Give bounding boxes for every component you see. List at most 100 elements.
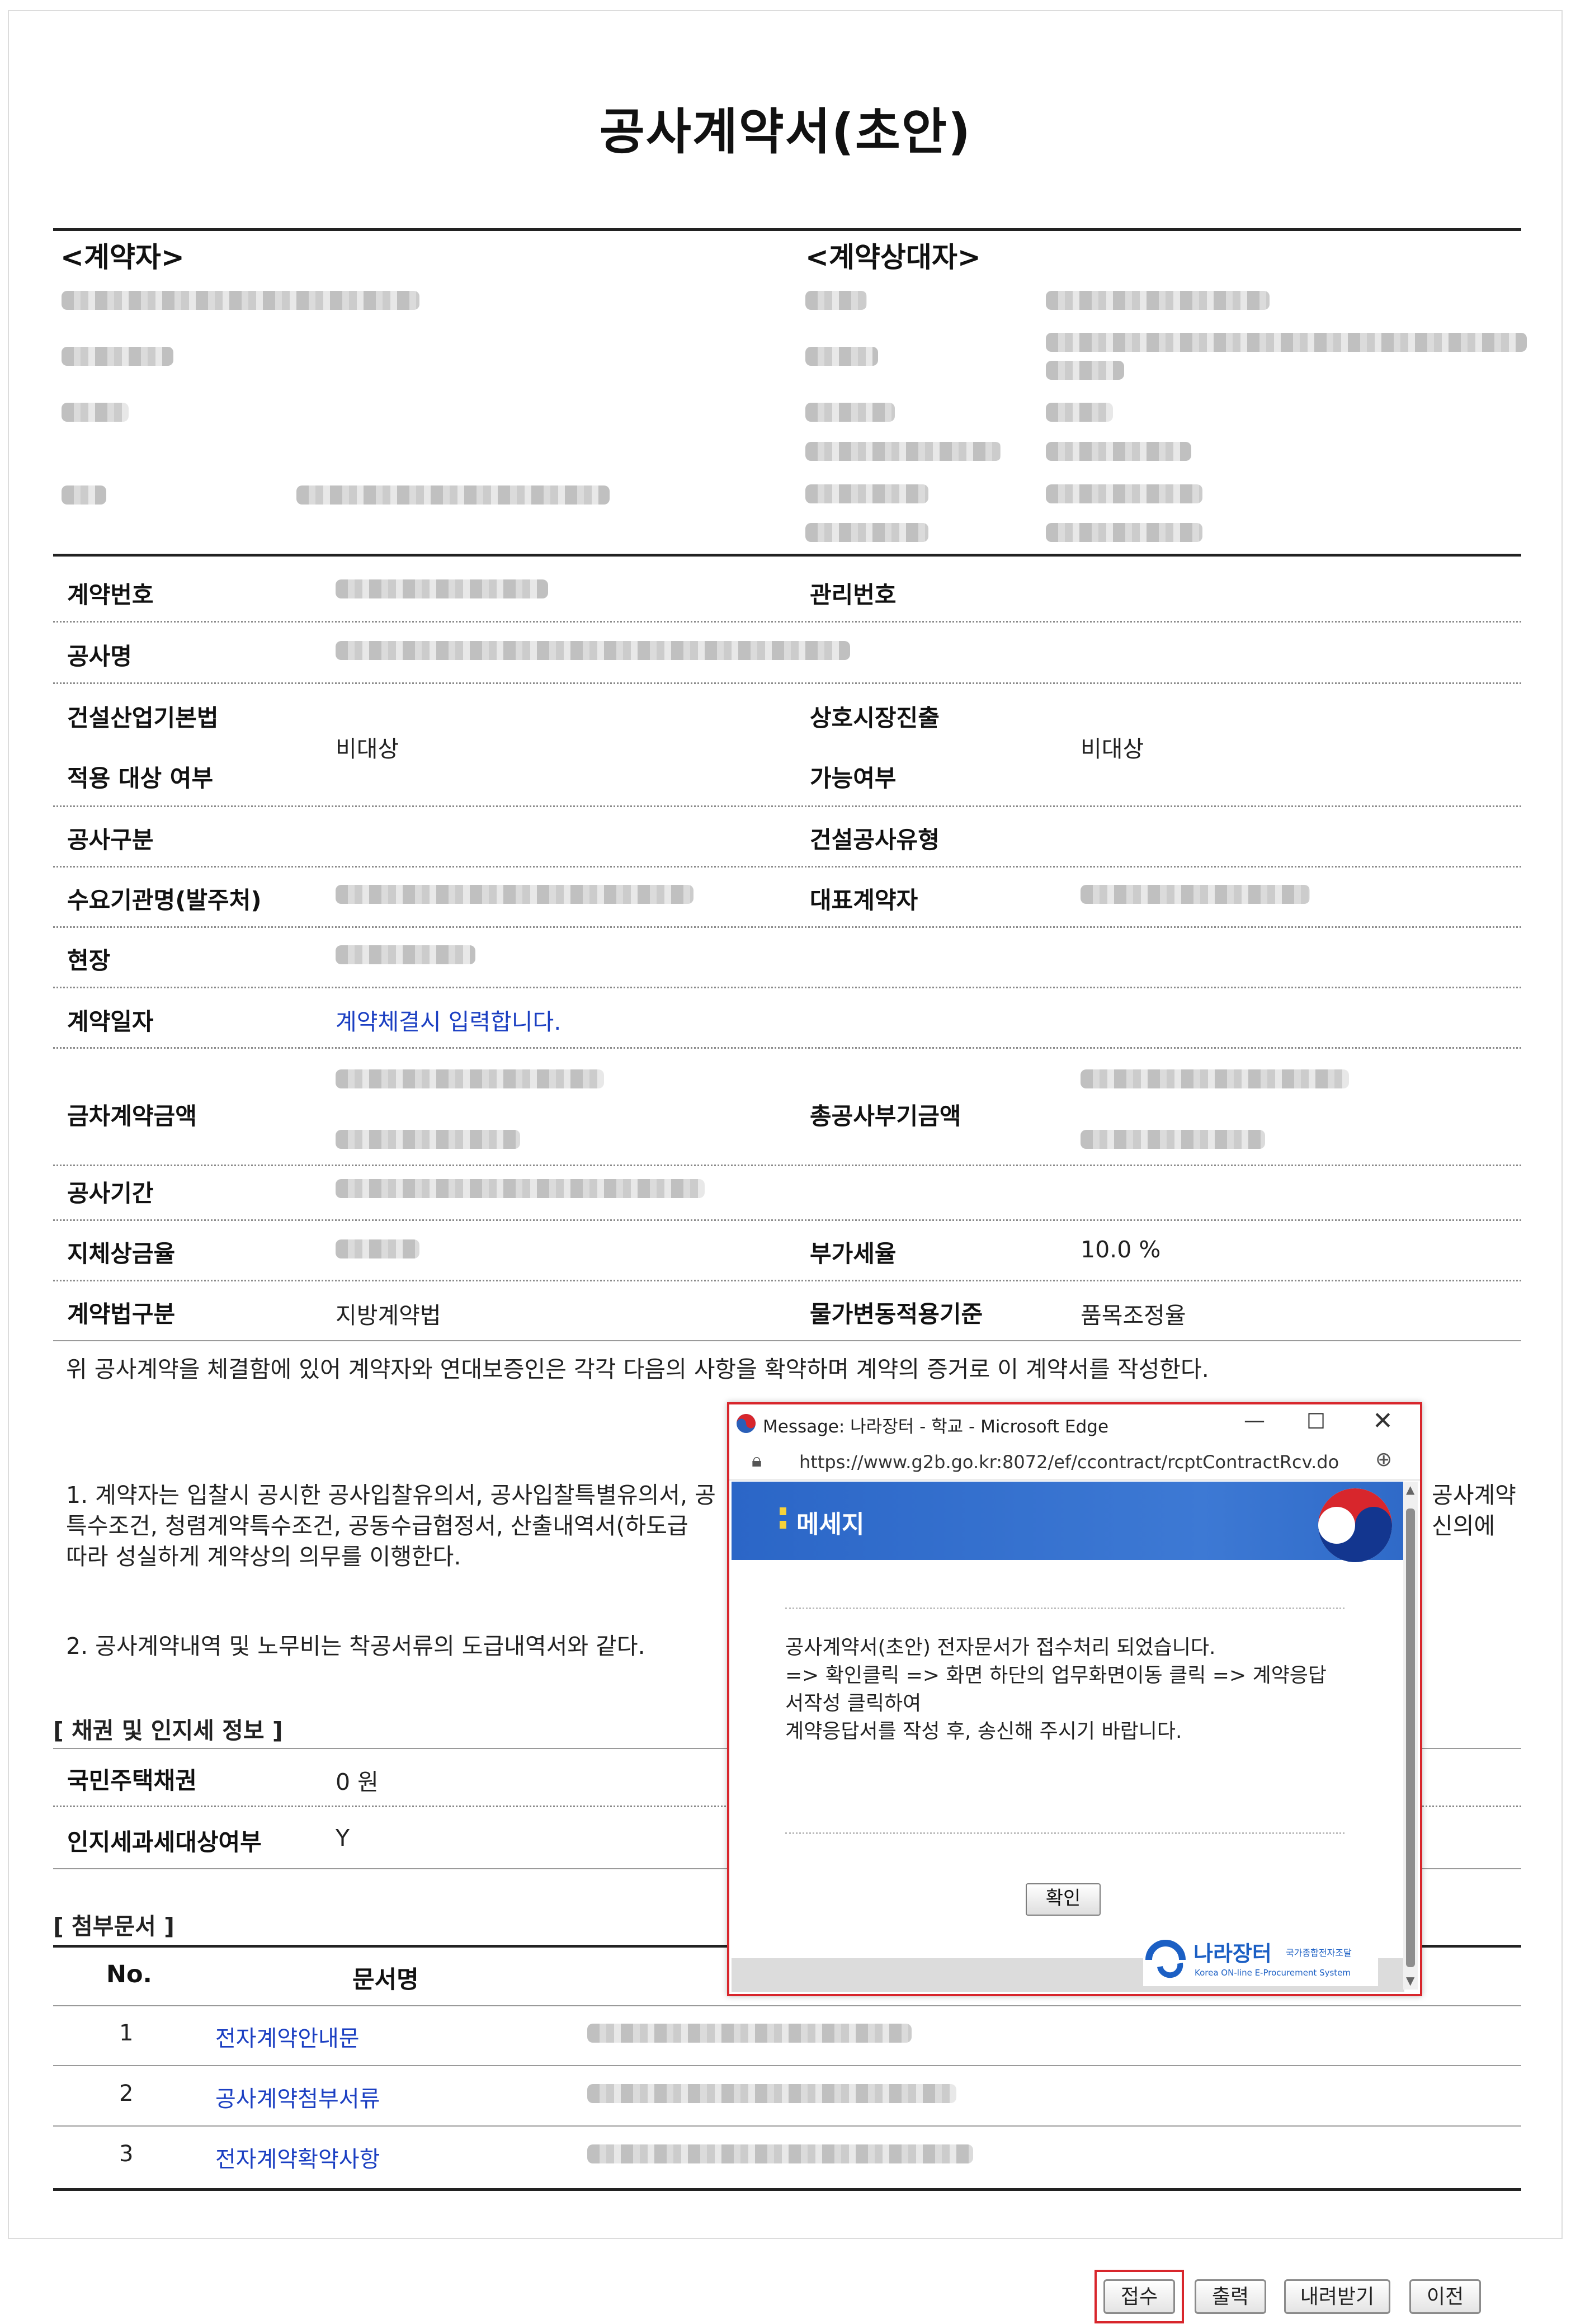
- contract-amount-label: 금차계약금액: [67, 1102, 197, 1130]
- redacted-text: [805, 484, 928, 503]
- row-divider: [53, 926, 1521, 928]
- popup-window-title: Message: 나라장터 - 학교 - Microsoft Edge: [763, 1417, 1109, 1437]
- clause-1-line-2-end: 신의에: [1432, 1512, 1495, 1539]
- taegeuk-logo-icon: [1318, 1488, 1392, 1562]
- clause-1-line-3: 따라 성실하게 계약상의 의무를 이행한다.: [66, 1543, 461, 1570]
- row-divider: [53, 987, 1521, 988]
- ok-button[interactable]: 확인: [1026, 1883, 1101, 1916]
- redacted-text: [805, 291, 867, 310]
- row-divider: [53, 866, 1521, 868]
- redacted-text: [805, 403, 895, 422]
- total-amount-label: 총공사부기금액: [810, 1102, 961, 1130]
- rep-contractor-label: 대표계약자: [810, 887, 918, 914]
- popup-url: https://www.g2b.go.kr:8072/ef/ccontract/…: [799, 1451, 1339, 1473]
- attachments-col-no: No.: [106, 1960, 152, 1988]
- work-type-label: 공사구분: [67, 826, 154, 854]
- nara-logo-text: 나라장터: [1193, 1941, 1272, 1966]
- vat-rate-value: 10.0 %: [1081, 1236, 1161, 1263]
- message-line-1: 공사계약서(초안) 전자문서가 접수처리 되었습니다.: [785, 1636, 1216, 1659]
- basic-act-label-2: 적용 대상 여부: [67, 765, 214, 792]
- attachment-link[interactable]: 공사계약첨부서류: [215, 2081, 380, 2113]
- receive-button[interactable]: 접수: [1103, 2279, 1175, 2314]
- contract-law-label: 계약법구분: [67, 1300, 176, 1328]
- row-divider: [53, 805, 1521, 807]
- redacted-text: [336, 1130, 520, 1149]
- page-title: 공사계약서(초안): [599, 103, 972, 161]
- row-divider: [53, 1165, 1521, 1166]
- redacted-text: [296, 485, 610, 505]
- mutual-market-value: 비대상: [1081, 736, 1144, 762]
- basic-act-value: 비대상: [336, 736, 399, 762]
- row-divider: [53, 1280, 1521, 1281]
- scroll-up-icon[interactable]: ▲: [1406, 1483, 1414, 1496]
- attachment-no: 2: [119, 2081, 134, 2106]
- mutual-market-label-2: 가능여부: [810, 765, 897, 792]
- maximize-icon[interactable]: ☐: [1306, 1409, 1325, 1434]
- delay-rate-label: 지체상금율: [67, 1240, 176, 1267]
- housing-bond-value: 0 원: [336, 1769, 379, 1795]
- bond-section-title: [ 채권 및 인지세 정보 ]: [53, 1717, 283, 1744]
- row-divider: [53, 1340, 1521, 1341]
- print-button[interactable]: 출력: [1195, 2279, 1266, 2314]
- attachment-link[interactable]: 전자계약확약사항: [215, 2141, 380, 2174]
- nara-logo: 나라장터 국가종합전자조달 Korea ON-line E-Procuremen…: [1143, 1933, 1378, 1986]
- header-marker-icon: [780, 1507, 786, 1515]
- row-divider: [53, 1219, 1521, 1221]
- message-line-3: 서작성 클릭하여: [785, 1692, 922, 1715]
- redacted-text: [805, 523, 928, 542]
- lock-icon: 🔒︎: [752, 1449, 762, 1472]
- minimize-icon[interactable]: —: [1244, 1408, 1265, 1432]
- contract-no-label: 계약번호: [67, 581, 154, 609]
- redacted-text: [62, 291, 419, 310]
- redacted-text: [336, 1239, 419, 1258]
- message-divider: [785, 1608, 1344, 1609]
- redacted-text: [805, 442, 1001, 461]
- zoom-icon[interactable]: ⊕: [1375, 1448, 1392, 1471]
- popup-address-bar[interactable]: 🔒︎ https://www.g2b.go.kr:8072/ef/ccontra…: [729, 1443, 1420, 1481]
- redacted-text: [336, 885, 693, 904]
- info-table-top-rule: [53, 554, 1521, 557]
- redacted-text: [62, 403, 129, 422]
- scrollbar-thumb[interactable]: [1406, 1509, 1415, 1967]
- taegeuk-icon: [737, 1414, 756, 1433]
- intro-paragraph: 위 공사계약을 체결함에 있어 계약자와 연대보증인은 각각 다음의 사항을 확…: [66, 1356, 1209, 1383]
- contract-law-value: 지방계약법: [336, 1302, 441, 1329]
- clause-1-line-1-end: 공사계약: [1432, 1482, 1516, 1509]
- close-icon[interactable]: ✕: [1372, 1407, 1393, 1435]
- popup-scrollbar[interactable]: ▲ ▼: [1403, 1482, 1418, 1990]
- redacted-text: [1046, 333, 1527, 352]
- redacted-text: [1046, 523, 1202, 542]
- mutual-market-label: 상호시장진출: [810, 704, 940, 732]
- top-rule: [53, 228, 1521, 231]
- attachments-bottom-rule: [53, 2188, 1521, 2191]
- client-label: 수요기관명(발주처): [67, 887, 262, 914]
- redacted-filename: [587, 2084, 956, 2103]
- header-marker-icon: [780, 1521, 786, 1529]
- message-line-2: => 확인클릭 => 화면 하단의 업무화면이동 클릭 => 계약응답: [785, 1664, 1327, 1687]
- attachment-no: 1: [119, 2020, 134, 2046]
- redacted-text: [1046, 361, 1124, 380]
- redacted-text: [336, 1179, 705, 1198]
- contract-date-label: 계약일자: [67, 1008, 154, 1035]
- mgmt-no-label: 관리번호: [810, 581, 897, 609]
- contract-date-value: 계약체결시 입력합니다.: [336, 1008, 562, 1035]
- price-adjust-value: 품목조정율: [1081, 1302, 1186, 1329]
- prev-button[interactable]: 이전: [1409, 2279, 1481, 2314]
- redacted-text: [336, 945, 475, 964]
- project-name-label: 공사명: [67, 643, 132, 670]
- redacted-filename: [587, 2144, 973, 2163]
- redacted-text: [336, 641, 850, 660]
- download-button[interactable]: 내려받기: [1284, 2279, 1390, 2314]
- attachment-link[interactable]: 전자계약안내문: [215, 2020, 360, 2053]
- scroll-down-icon[interactable]: ▼: [1406, 1974, 1414, 1987]
- nara-logo-eng: Korea ON-line E-Procurement System: [1195, 1968, 1351, 1978]
- basic-act-label: 건설산업기본법: [67, 704, 219, 732]
- redacted-text: [1046, 403, 1113, 422]
- table-row-rule: [53, 2125, 1521, 2127]
- popup-titlebar: Message: 나라장터 - 학교 - Microsoft Edge — ☐ …: [729, 1404, 1420, 1443]
- nara-logo-icon: [1145, 1940, 1186, 1978]
- site-label: 현장: [67, 947, 111, 974]
- redacted-text: [805, 347, 878, 366]
- redacted-text: [1046, 484, 1202, 503]
- nara-logo-sub: 국가종합전자조달: [1286, 1948, 1352, 1958]
